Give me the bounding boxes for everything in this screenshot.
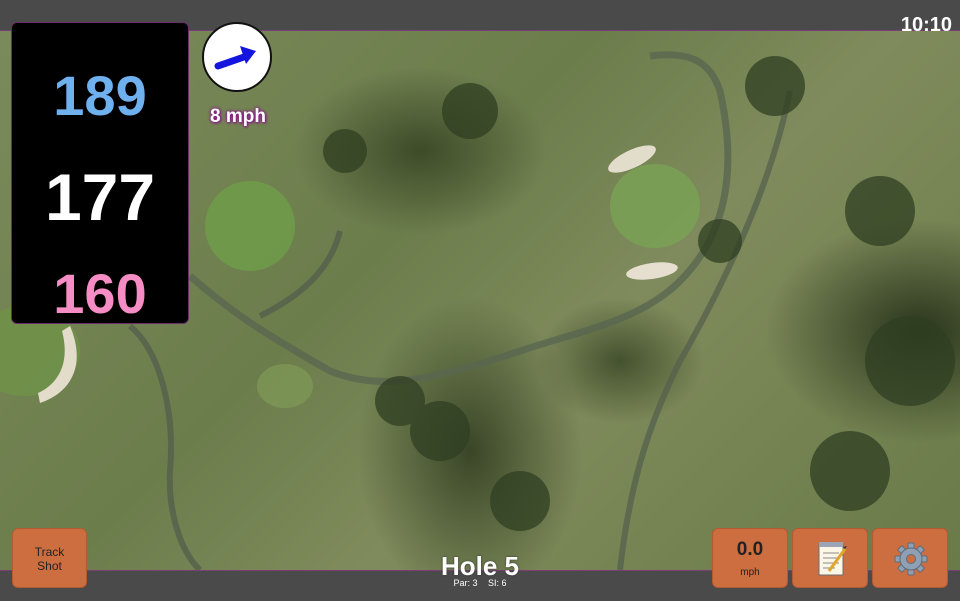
hole-info: Par: 3 SI: 6: [400, 578, 560, 588]
distance-middle: 177: [44, 160, 156, 234]
settings-button[interactable]: [872, 528, 948, 588]
hole-si: SI: 6: [488, 578, 507, 588]
track-shot-button[interactable]: Track Shot: [12, 528, 87, 588]
distance-back: 189: [53, 64, 147, 127]
notes-button[interactable]: [792, 528, 868, 588]
green-left: [205, 181, 295, 271]
gear-icon: [894, 542, 928, 576]
speed-button[interactable]: 0.0 mph: [712, 528, 788, 588]
speed-unit: mph: [740, 567, 760, 578]
cart-path-right: [617, 90, 793, 570]
clock: 10:10: [900, 14, 952, 36]
distance-panel: 189 177 160: [11, 22, 189, 325]
green-target: [610, 164, 700, 248]
wind-speed: 8 mph: [210, 106, 266, 127]
speed-value: 0.0: [736, 539, 764, 560]
bunker-front: [626, 262, 678, 280]
track-shot-label-line1: Track: [34, 545, 65, 559]
cart-path-left: [128, 323, 203, 570]
track-shot-label-line2: Shot: [37, 559, 62, 573]
tee-box: [257, 364, 313, 408]
hole-par: Par: 3: [453, 578, 478, 588]
notepad-icon: [818, 542, 847, 576]
distance-front: 160: [53, 262, 147, 325]
wind-arrow-icon: [214, 46, 256, 70]
wind-indicator[interactable]: [202, 22, 272, 92]
